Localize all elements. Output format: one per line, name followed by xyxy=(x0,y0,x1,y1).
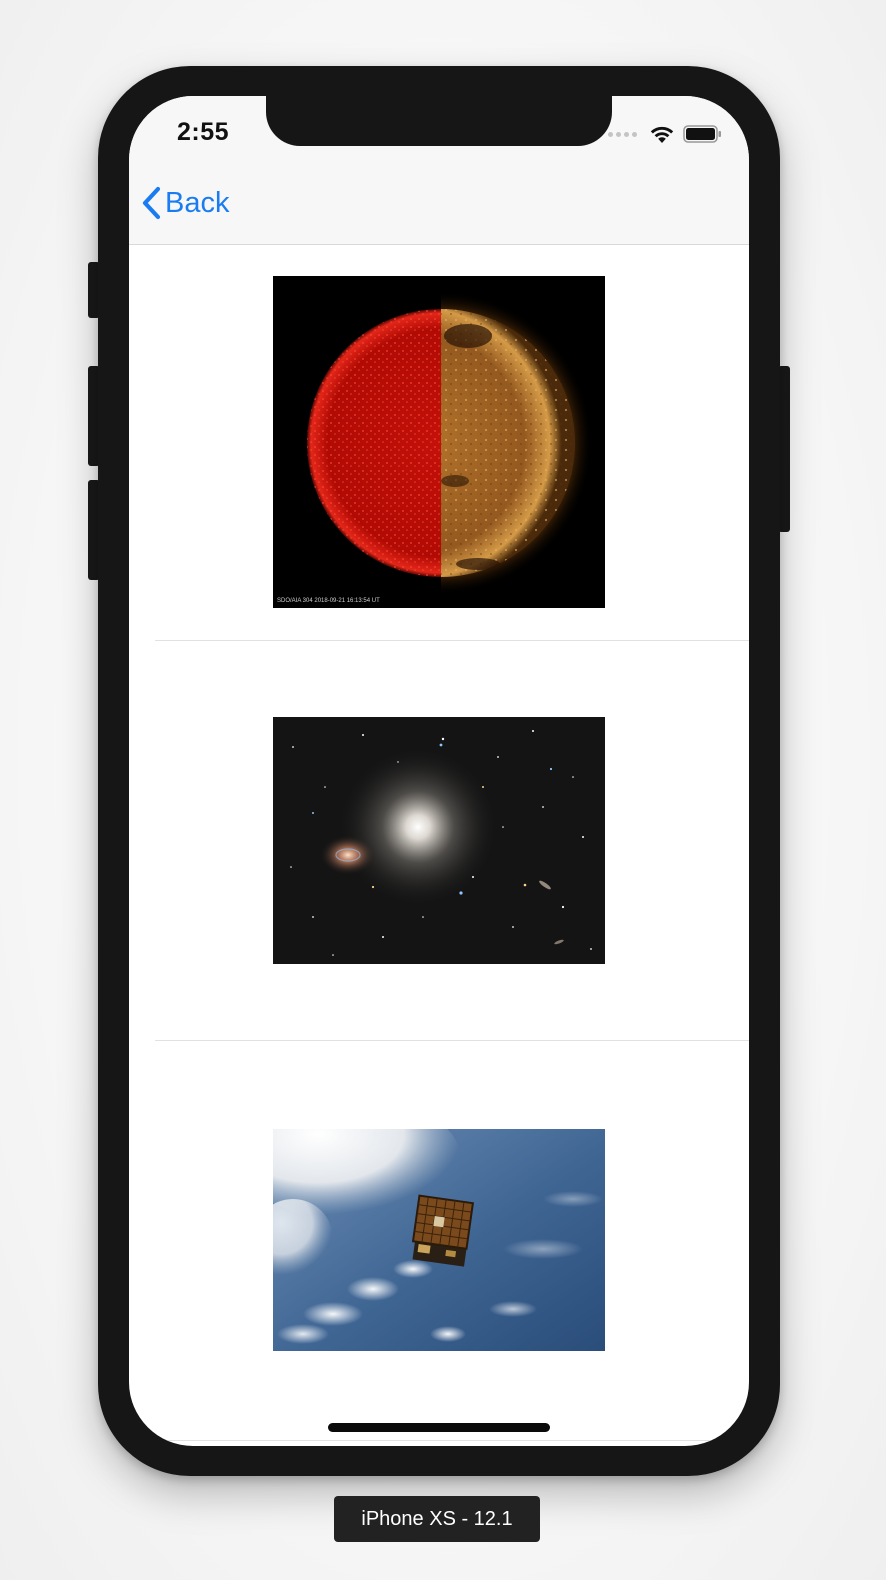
row-separator xyxy=(155,1440,749,1441)
satellite-image xyxy=(273,1129,605,1351)
back-label: Back xyxy=(165,186,230,219)
chevron-left-icon xyxy=(142,186,161,220)
battery-icon xyxy=(683,125,721,143)
table-row[interactable] xyxy=(129,1041,749,1441)
simulator-device-label: iPhone XS - 12.1 xyxy=(334,1496,540,1542)
status-time: 2:55 xyxy=(177,118,230,146)
navigation-bar: 2:55 Back xyxy=(129,96,749,245)
table-row[interactable] xyxy=(129,641,749,1041)
simulator-stage: 2:55 Back SDO/AIA 304 2018-09-21 16:13:5… xyxy=(0,0,886,1580)
cellular-signal-icon xyxy=(608,131,637,137)
home-indicator[interactable] xyxy=(328,1423,550,1432)
sun-image: SDO/AIA 304 2018-09-21 16:13:54 UT xyxy=(273,276,605,608)
table-row[interactable]: SDO/AIA 304 2018-09-21 16:13:54 UT xyxy=(129,245,749,641)
sun-image-caption: SDO/AIA 304 2018-09-21 16:13:54 UT xyxy=(277,598,380,604)
app-screen: 2:55 Back SDO/AIA 304 2018-09-21 16:13:5… xyxy=(129,96,749,1446)
status-icons xyxy=(608,124,723,144)
galaxy-image xyxy=(273,717,605,964)
wifi-icon xyxy=(650,126,674,143)
back-button[interactable]: Back xyxy=(141,186,229,220)
device-notch xyxy=(266,96,612,146)
